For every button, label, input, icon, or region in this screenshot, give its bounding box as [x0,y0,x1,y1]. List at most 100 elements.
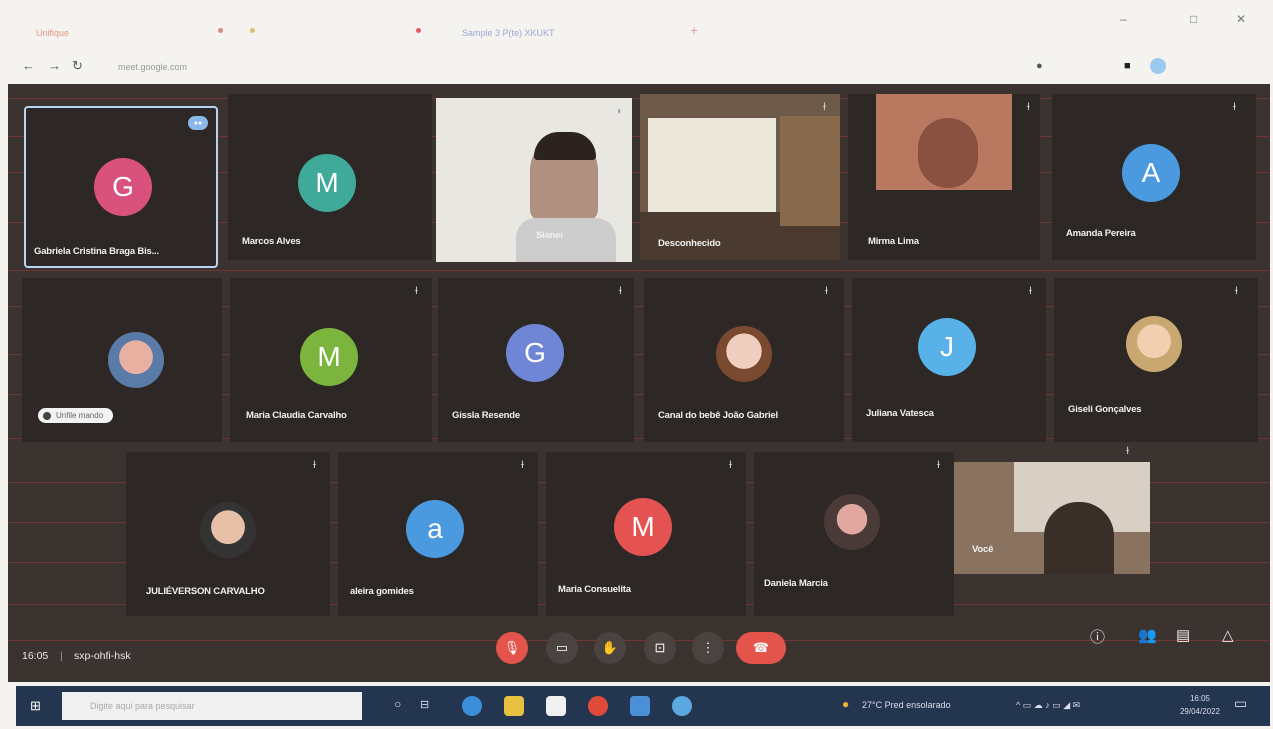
participant-name: Você [972,544,994,555]
extension-icon[interactable]: ● [1036,60,1043,72]
participant-tile[interactable]: G Gissla Resende ɫ [438,278,634,442]
mic-off-icon: ɫ [1232,102,1236,113]
avatar [200,502,256,558]
leave-call-button[interactable]: ☎ [736,632,786,664]
participant-name: aleira gomides [350,586,414,597]
self-silhouette [1044,502,1114,574]
tab-recording-icon [416,28,421,33]
participant-name: Amanda Pereira [1066,228,1136,239]
mic-off-icon: ɫ [936,460,940,471]
participant-name: Giseli Gonçalves [1068,404,1142,415]
avatar: M [614,498,672,556]
participant-tile[interactable]: M Marcos Alves [228,94,432,260]
minimize-icon[interactable]: – [1120,12,1127,26]
participant-video-tile[interactable]: Mirma Lima ɫ [848,94,1040,260]
cortana-icon[interactable]: ○ [394,697,401,711]
forward-icon[interactable]: → [48,58,61,73]
participant-tile[interactable]: Unfile mando [22,278,222,442]
avatar [1126,316,1182,372]
back-icon[interactable]: ← [22,58,35,73]
avatar [108,332,164,388]
maximize-icon[interactable]: □ [1190,12,1197,26]
browser-tab-bar: Unifique Sample 3 P(te) XKUKT + – □ ✕ [0,0,1273,44]
people-icon[interactable]: 👥 [1138,626,1157,644]
participant-name: Daniela Marcia [764,578,828,589]
self-video-tile[interactable]: Você [954,462,1150,574]
system-tray-icons[interactable]: ^ ▭ ☁ ♪ ▭ ◢ ✉ [1016,700,1080,711]
task-view-icon[interactable]: ⊟ [420,698,429,711]
info-icon[interactable]: ⓘ [1090,626,1105,647]
participant-tile[interactable]: A Amanda Pereira ɫ [1052,94,1256,260]
chat-icon[interactable]: ▤ [1176,626,1190,644]
participant-tile[interactable]: J Juliana Vatesca ɫ [852,278,1046,442]
participant-tile[interactable]: M Maria Claudia Carvalho ɫ [230,278,432,442]
participant-name: Juliana Vatesca [866,408,934,419]
participant-name: JULIÉVERSON CARVALHO [146,586,265,597]
participant-tile[interactable]: Canal do bebê João Gabriel ɫ [644,278,844,442]
user-icon [43,412,51,420]
participant-tile[interactable]: a aleira gomides ɫ [338,452,538,616]
mic-off-icon: ◖ [615,106,622,117]
participant-video-tile[interactable]: Desconhecido ɫ [640,94,840,260]
mic-off-icon: ɫ [414,286,418,297]
participant-video-tile[interactable]: Sianei ◖ [436,98,632,262]
face-blur [918,118,978,188]
store-icon[interactable] [546,696,566,716]
tab-favicon-icon [250,28,255,33]
windows-taskbar: ⊞ Digite aqui para pesquisar ○ ⊟ ● 27°C … [16,686,1270,726]
participant-name: Maria Claudia Carvalho [246,410,347,421]
raise-hand-button[interactable]: ✋ [594,632,626,664]
mic-off-icon: ɫ [1026,102,1030,113]
file-explorer-icon[interactable] [504,696,524,716]
participant-name: Gabriela Cristina Braga Bis... [34,246,159,257]
participant-name: Gissla Resende [452,410,520,421]
participant-tile[interactable]: M Maria Consuelita ɫ [546,452,746,616]
participant-name: Desconhecido [658,238,721,249]
more-options-button[interactable]: ⋮ [692,632,724,664]
reload-icon[interactable]: ↻ [72,58,83,74]
taskbar-clock[interactable]: 16:05 29/04/2022 [1180,692,1220,718]
weather-text[interactable]: 27°C Pred ensolarado [862,700,951,710]
edge-icon[interactable] [462,696,482,716]
avatar: G [506,324,564,382]
weather-icon: ● [842,697,850,711]
extension-icon-2[interactable]: ■ [1124,60,1131,72]
hair [534,132,596,160]
mic-off-icon: ɫ [1126,446,1130,457]
chrome-icon[interactable] [588,696,608,716]
avatar: A [1122,144,1180,202]
shoulders [516,218,616,262]
activities-icon[interactable]: △ [1222,626,1234,644]
participant-tile[interactable]: Daniela Marcia ɫ [754,452,954,616]
meeting-time: 16:05 [22,650,49,662]
photos-icon[interactable] [630,696,650,716]
avatar [716,326,772,382]
browser-tab[interactable]: Unifique [36,28,69,38]
participant-tile[interactable]: Giseli Gonçalves ɫ [1054,278,1258,442]
participant-tile[interactable]: JULIÉVERSON CARVALHO ɫ [126,452,330,616]
room-wall [780,116,840,226]
camera-toggle-button[interactable]: ▭ [546,632,578,664]
participant-name: Maria Consuelita [558,584,631,595]
participant-tile[interactable]: ●● G Gabriela Cristina Braga Bis... [24,106,218,268]
avatar: a [406,500,464,558]
browser-tab-active[interactable]: Sample 3 P(te) XKUKT [462,28,555,38]
pin-icon[interactable]: ●● [188,116,208,130]
mic-toggle-button[interactable]: 🎙 [496,632,528,664]
taskbar-search-input[interactable]: Digite aqui para pesquisar [62,692,362,720]
close-window-icon[interactable]: ✕ [1236,12,1246,26]
participant-name: Sianei [536,230,563,241]
address-bar[interactable]: meet.google.com [118,62,187,72]
participant-name: Marcos Alves [242,236,301,247]
notifications-icon[interactable]: ▭ [1234,695,1247,712]
avatar: M [300,328,358,386]
tab-close-icon[interactable] [218,28,223,33]
presenting-chip: Unfile mando [38,408,114,423]
chrome-active-icon[interactable] [672,696,692,716]
profile-icon[interactable] [1150,58,1166,74]
participant-name: Canal do bebê João Gabriel [658,410,778,421]
clock-time: 16:05 [1189,694,1210,703]
new-tab-icon[interactable]: + [690,22,698,38]
present-screen-button[interactable]: ⊡ [644,632,676,664]
windows-start-icon[interactable]: ⊞ [30,699,44,713]
